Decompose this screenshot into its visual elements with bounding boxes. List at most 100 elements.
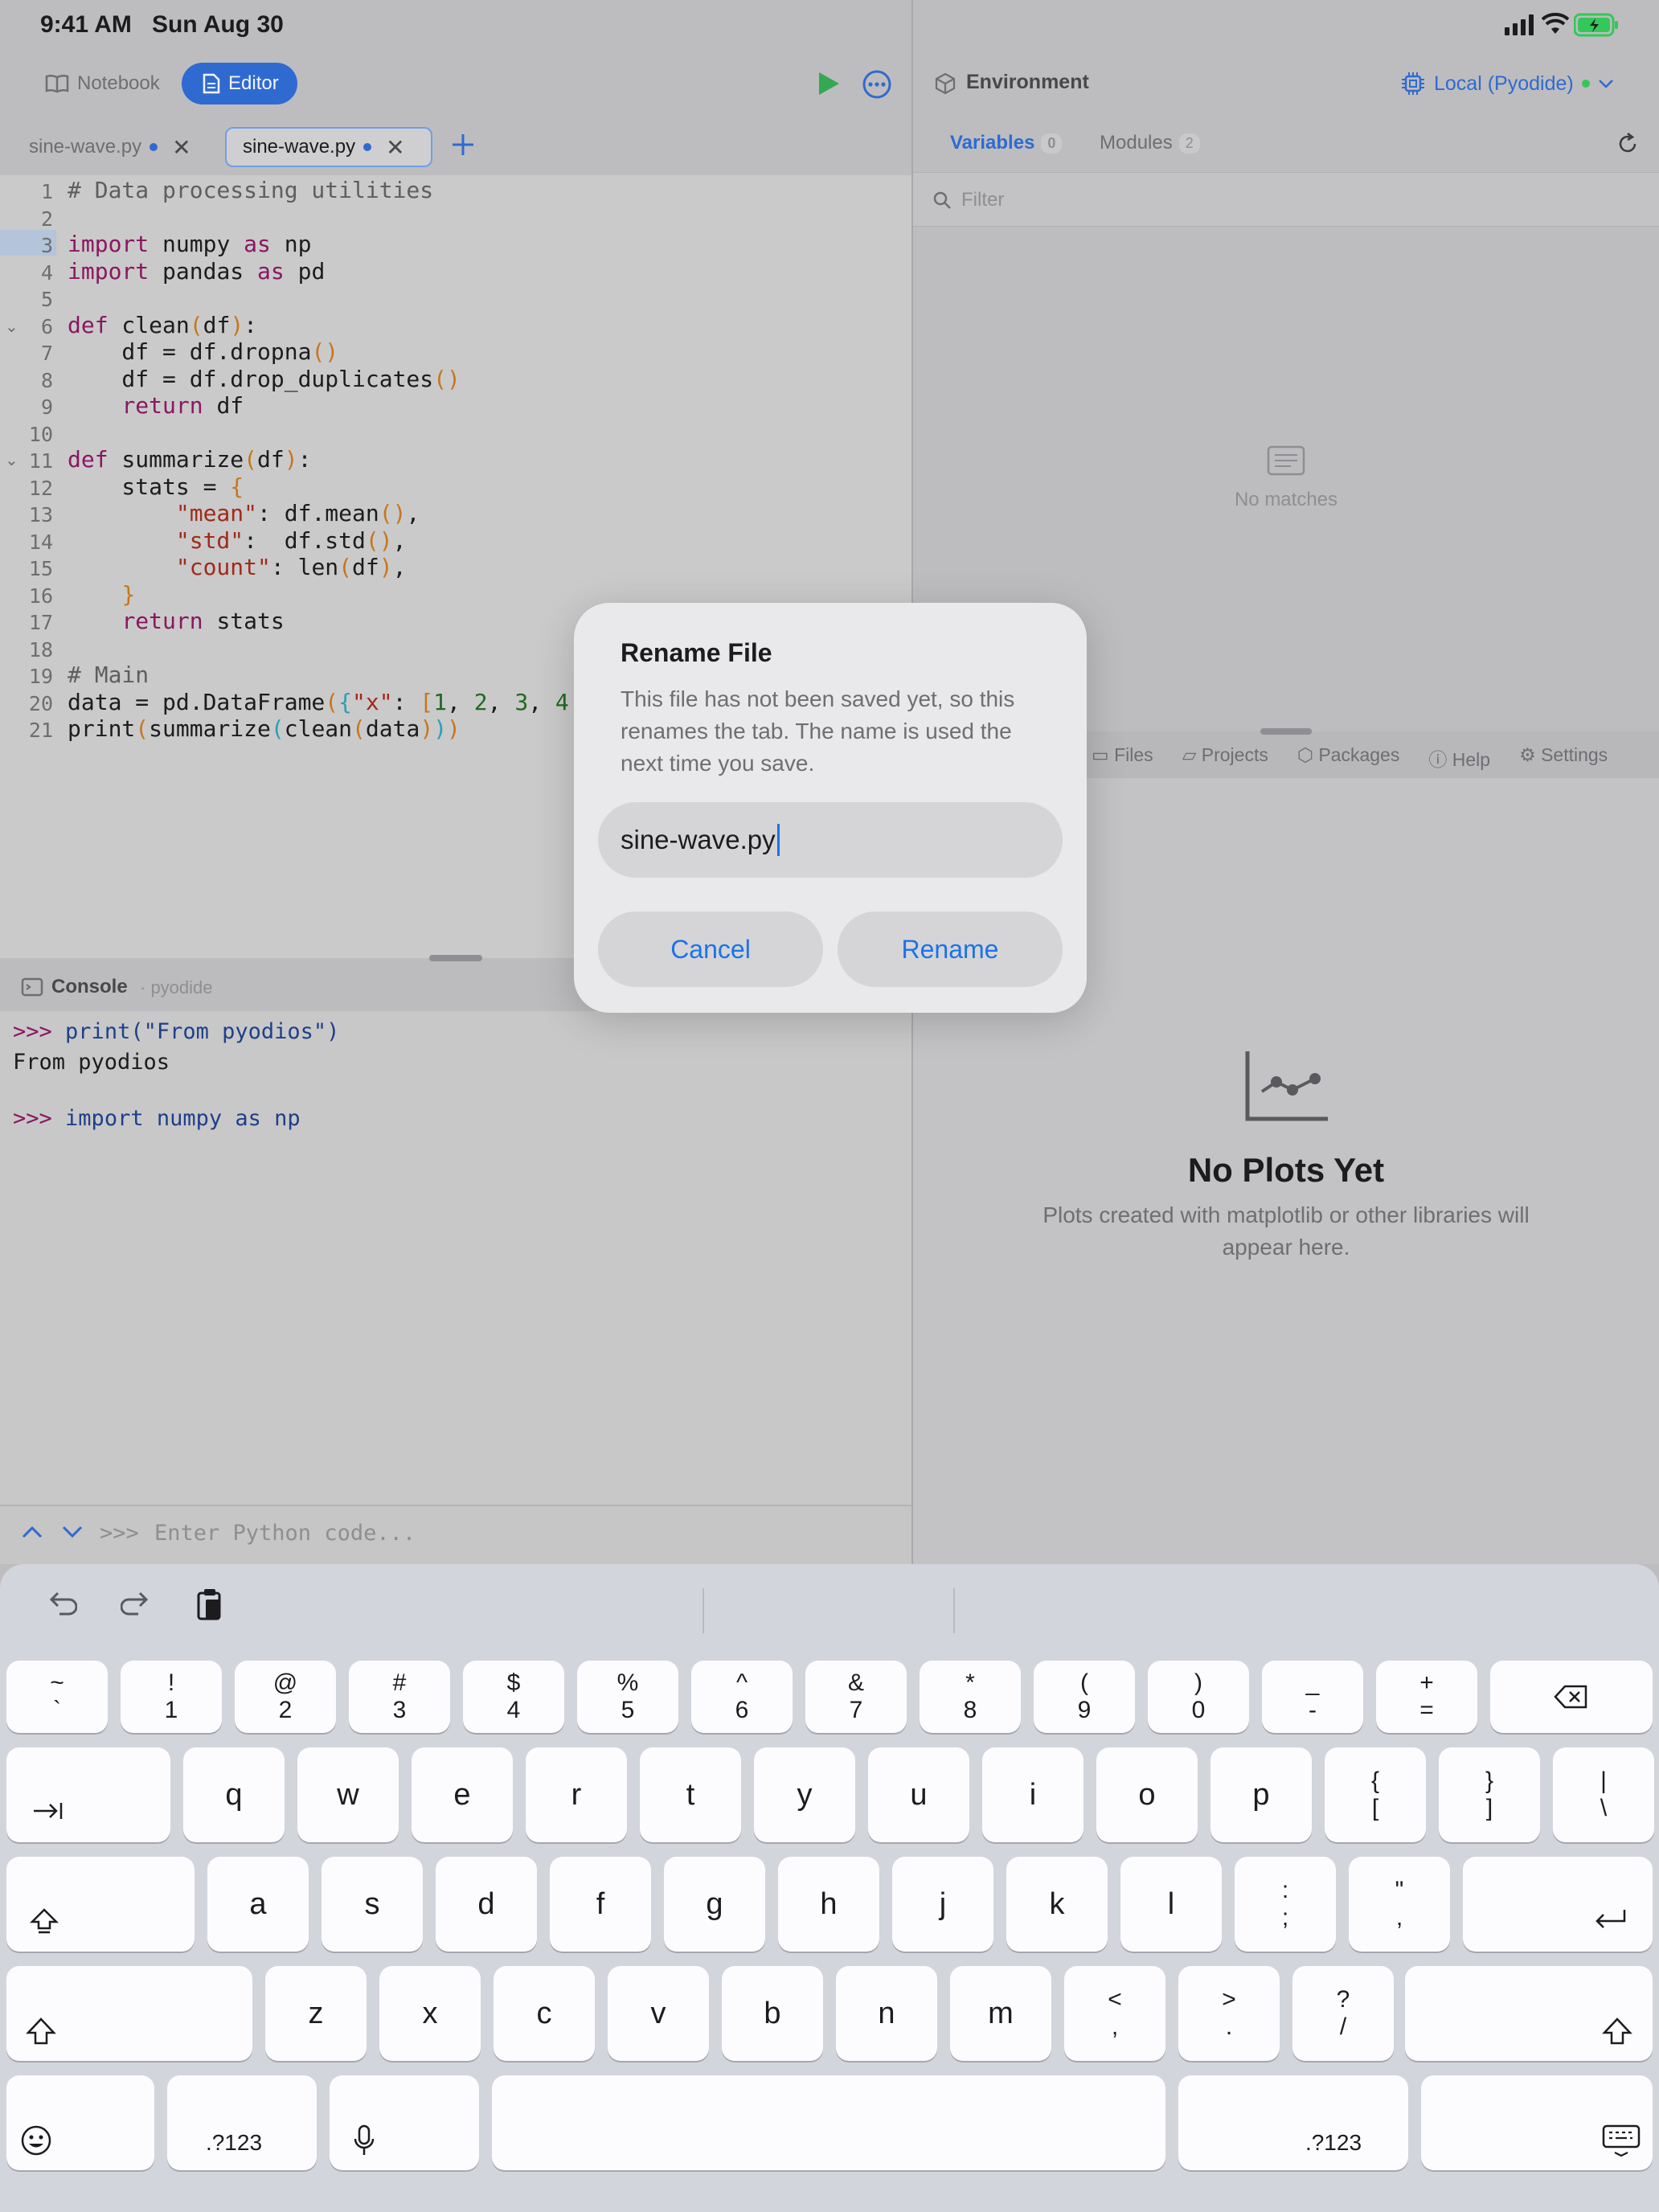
key-3[interactable]: #3	[349, 1661, 450, 1733]
keyboard-dismiss-key[interactable]	[1421, 2075, 1653, 2170]
key-y[interactable]: y	[754, 1747, 855, 1842]
numbers-key-right[interactable]: .?123	[1178, 2075, 1408, 2170]
key-5[interactable]: % 5	[577, 1661, 678, 1733]
tab-variables[interactable]: Variables 0	[950, 132, 1063, 154]
key-p[interactable]: p	[1210, 1747, 1312, 1842]
key-f[interactable]: f	[550, 1857, 651, 1952]
editor-tab-active[interactable]: sine-wave.py ✕	[225, 127, 432, 167]
close-tab-icon[interactable]: ✕	[386, 134, 404, 161]
tab-help[interactable]: ⓘ Help	[1428, 744, 1490, 772]
new-tab-button[interactable]	[450, 132, 476, 158]
key-label: & 7	[847, 1669, 864, 1723]
key-;[interactable]: :;	[1235, 1857, 1336, 1952]
split-resize-handle[interactable]	[1260, 728, 1312, 735]
run-button[interactable]	[817, 71, 841, 96]
key-u[interactable]: u	[868, 1747, 969, 1842]
more-options-button[interactable]	[862, 69, 892, 100]
filter-input[interactable]: Filter	[961, 189, 1004, 211]
key-r[interactable]: r	[526, 1747, 627, 1842]
fold-chevron-icon[interactable]: ⌄	[5, 450, 18, 470]
file-name-input[interactable]: sine-wave.py	[598, 802, 1063, 878]
line-number: 12	[28, 476, 53, 500]
split-resize-handle[interactable]	[429, 955, 482, 961]
refresh-icon[interactable]	[1616, 132, 1640, 156]
key-s[interactable]: s	[322, 1857, 423, 1952]
key-n[interactable]: n	[836, 1966, 937, 2061]
return-key[interactable]	[1463, 1857, 1653, 1952]
emoji-key[interactable]	[6, 2075, 154, 2170]
key-a[interactable]: a	[207, 1857, 309, 1952]
key-8[interactable]: * 8	[920, 1661, 1021, 1733]
shift-key-left[interactable]	[6, 1966, 252, 2061]
cancel-button[interactable]: Cancel	[598, 911, 823, 987]
notebook-mode-button[interactable]: Notebook	[24, 63, 177, 104]
key-k[interactable]: k	[1006, 1857, 1108, 1952]
key-x[interactable]: x	[379, 1966, 481, 2061]
dictation-key[interactable]	[330, 2075, 479, 2170]
key-][interactable]: }]	[1439, 1747, 1540, 1842]
key-h[interactable]: h	[778, 1857, 879, 1952]
key-1[interactable]: ! 1	[121, 1661, 222, 1733]
key-label: l	[1167, 1886, 1175, 1921]
key-=[interactable]: + =	[1376, 1661, 1477, 1733]
key-l[interactable]: l	[1120, 1857, 1222, 1952]
key-[[interactable]: {[	[1325, 1747, 1426, 1842]
status-time: 9:41 AM Sun Aug 30	[40, 11, 284, 38]
key-`[interactable]: ~ `	[6, 1661, 108, 1733]
paste-icon[interactable]	[196, 1587, 225, 1622]
key--[interactable]: _ -	[1262, 1661, 1363, 1733]
key-\[interactable]: | \	[1553, 1747, 1654, 1842]
key-z[interactable]: z	[265, 1966, 367, 2061]
key-label: b	[764, 1996, 781, 2030]
key-o[interactable]: o	[1096, 1747, 1198, 1842]
key-6[interactable]: ^ 6	[691, 1661, 793, 1733]
rename-button[interactable]: Rename	[838, 911, 1063, 987]
tab-key[interactable]	[6, 1747, 170, 1842]
key-.[interactable]: >.	[1178, 1966, 1280, 2061]
code-line: "mean": df.mean(),	[175, 500, 420, 526]
redo-icon[interactable]	[121, 1588, 153, 1617]
delete-key[interactable]	[1490, 1661, 1653, 1733]
key-m[interactable]: m	[950, 1966, 1051, 2061]
key-v[interactable]: v	[608, 1966, 709, 2061]
fold-chevron-icon[interactable]: ⌄	[5, 317, 18, 337]
caps-lock-key[interactable]	[6, 1857, 195, 1952]
key-e[interactable]: e	[412, 1747, 513, 1842]
shift-icon	[1602, 2017, 1632, 2045]
key-j[interactable]: j	[892, 1857, 993, 1952]
close-tab-icon[interactable]: ✕	[172, 134, 190, 161]
key-,[interactable]: <,	[1064, 1966, 1165, 2061]
key-/[interactable]: ? /	[1292, 1966, 1394, 2061]
tab-projects[interactable]: ▱ Projects	[1182, 744, 1268, 772]
environment-tabs: Variables 0 Modules 2	[913, 119, 1659, 172]
runtime-selector[interactable]: Local (Pyodide)	[1400, 66, 1614, 101]
tab-settings[interactable]: ⚙ Settings	[1519, 744, 1608, 772]
tab-modules[interactable]: Modules 2	[1100, 132, 1200, 154]
history-down-icon[interactable]	[61, 1524, 84, 1540]
key-d[interactable]: d	[436, 1857, 537, 1952]
history-up-icon[interactable]	[21, 1524, 43, 1540]
console-input[interactable]: Enter Python code...	[154, 1521, 416, 1546]
editor-mode-button[interactable]: Editor	[182, 63, 297, 104]
key-4[interactable]: $4	[463, 1661, 564, 1733]
space-bar[interactable]	[492, 2075, 1165, 2170]
editor-tab[interactable]: sine-wave.py ✕	[13, 127, 206, 167]
key-q[interactable]: q	[183, 1747, 285, 1842]
key-2[interactable]: @2	[235, 1661, 336, 1733]
tab-packages[interactable]: ⬡ Packages	[1297, 744, 1400, 772]
key-b[interactable]: b	[722, 1966, 823, 2061]
undo-icon[interactable]	[45, 1588, 77, 1617]
key-,[interactable]: ",	[1349, 1857, 1450, 1952]
key-t[interactable]: t	[640, 1747, 741, 1842]
key-9[interactable]: (9	[1034, 1661, 1135, 1733]
key-w[interactable]: w	[297, 1747, 399, 1842]
shift-key-right[interactable]	[1405, 1966, 1653, 2061]
key-c[interactable]: c	[494, 1966, 595, 2061]
key-label: q	[225, 1777, 243, 1812]
key-0[interactable]: ) 0	[1148, 1661, 1249, 1733]
tab-files[interactable]: ▭ Files	[1092, 744, 1153, 772]
key-g[interactable]: g	[664, 1857, 765, 1952]
key-i[interactable]: i	[982, 1747, 1083, 1842]
key-7[interactable]: & 7	[805, 1661, 907, 1733]
numbers-key-left[interactable]: .?123	[167, 2075, 317, 2170]
